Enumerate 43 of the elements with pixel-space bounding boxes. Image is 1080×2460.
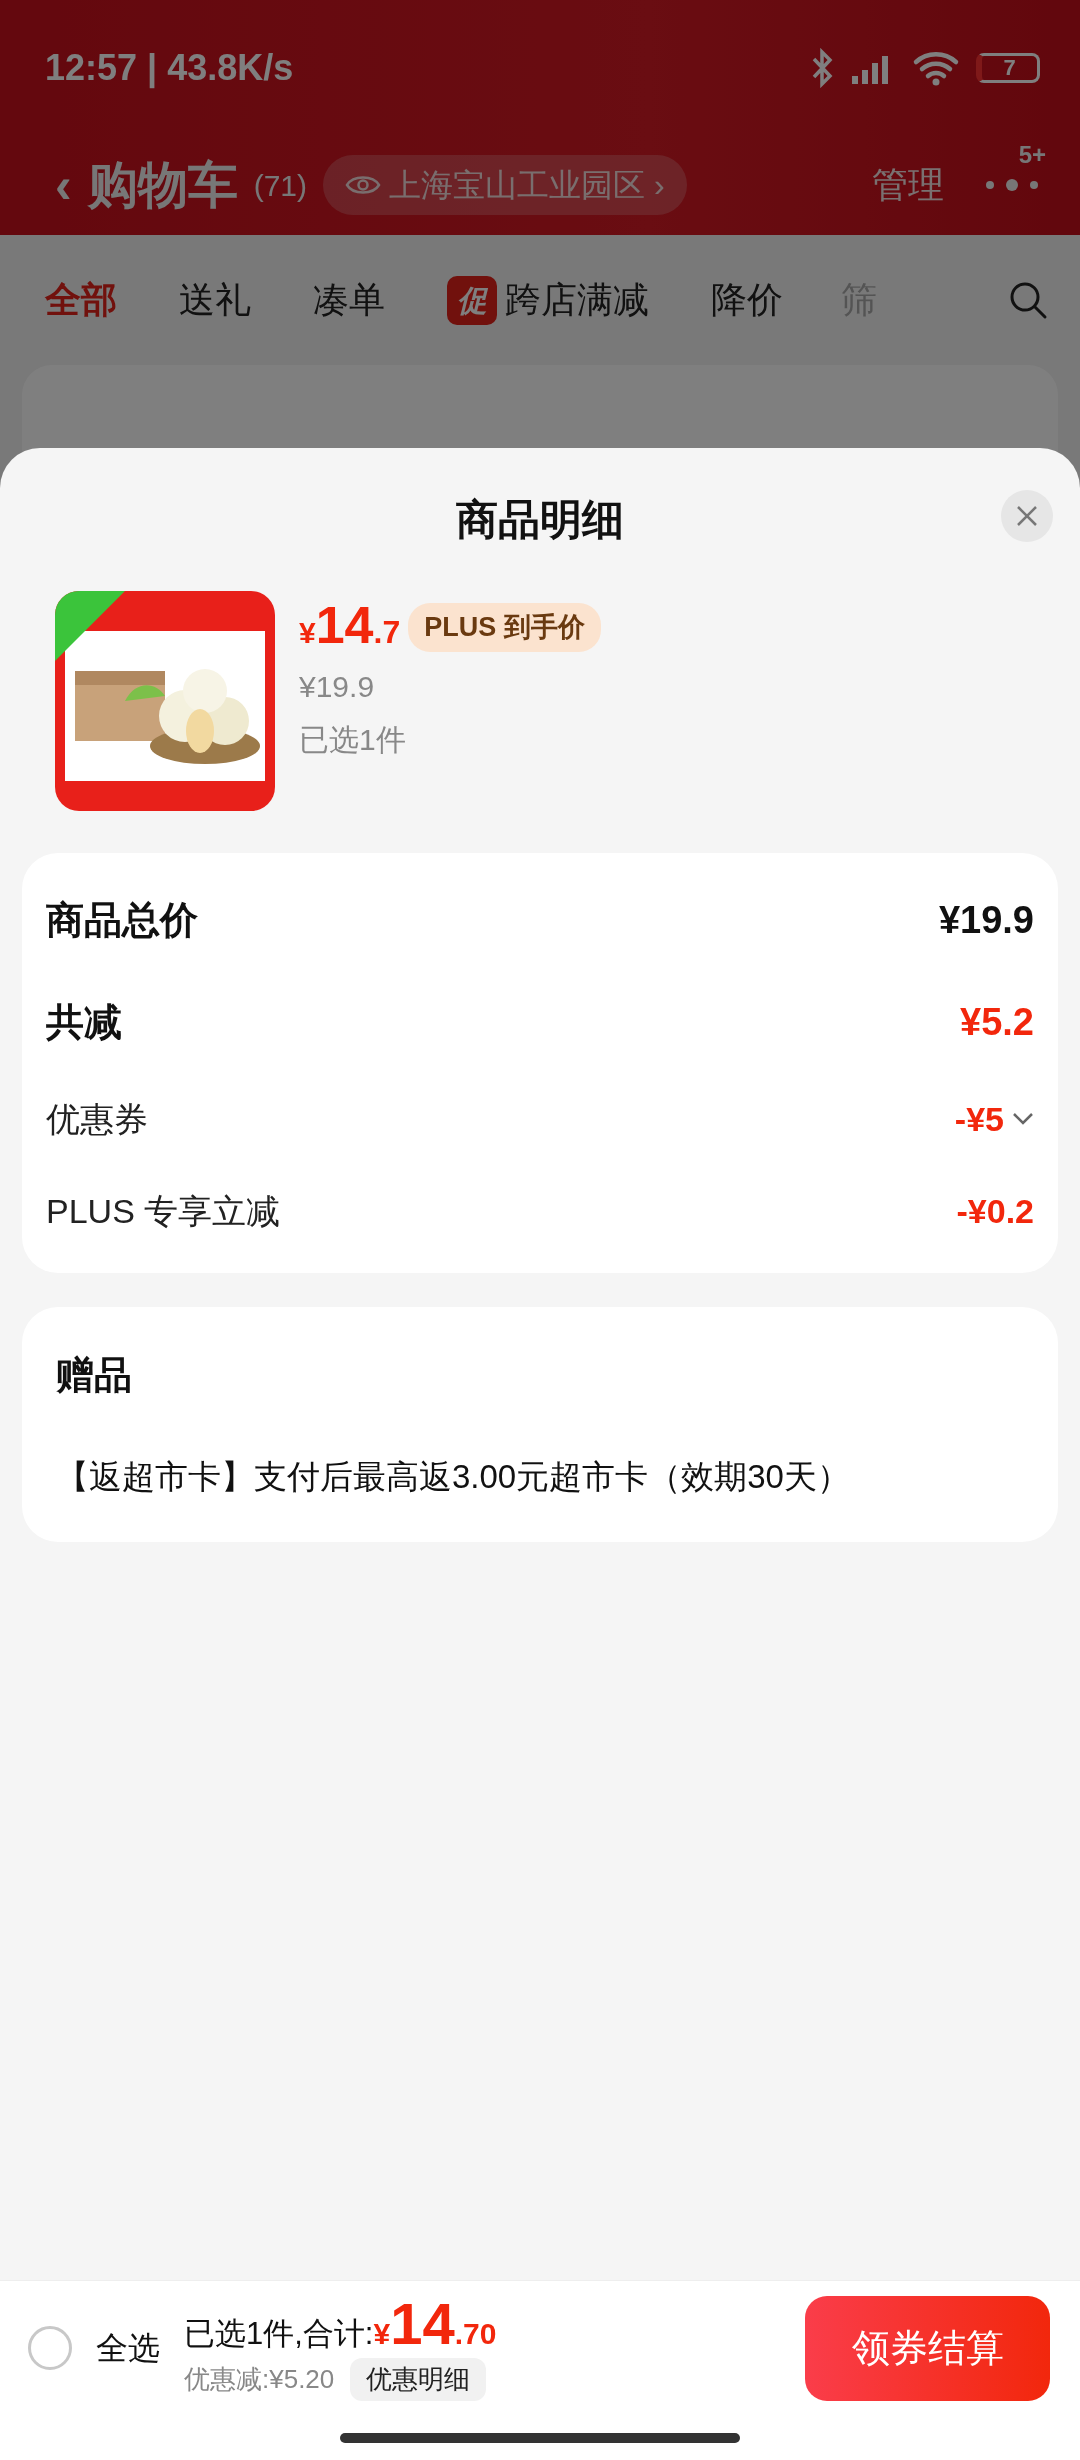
eye-icon: [345, 173, 381, 197]
price-value: -¥0.2: [956, 1190, 1034, 1232]
filter-tab[interactable]: 降价: [711, 273, 783, 327]
selected-count: 已选1件: [299, 722, 407, 758]
price-label: 共减: [46, 999, 122, 1045]
gift-title: 赠品: [56, 1353, 133, 1398]
battery-icon: 7: [976, 52, 1040, 83]
promo-tag: 促: [447, 275, 497, 325]
sheet-title: 商品明细: [456, 495, 624, 545]
back-button[interactable]: ‹: [55, 147, 72, 223]
price-label: PLUS 专享立减: [46, 1190, 281, 1232]
select-all-checkbox[interactable]: [28, 2326, 72, 2370]
filter-tab[interactable]: 凑单: [313, 273, 385, 327]
bluetooth-icon: [810, 47, 834, 88]
price-label: 优惠券: [46, 1098, 148, 1140]
plus-price-tag: PLUS 到手价: [408, 603, 601, 652]
price-value: ¥5.2: [960, 999, 1034, 1045]
total-label: 已选1件,合计:: [184, 2315, 374, 2354]
manage-link[interactable]: 管理: [872, 158, 944, 212]
checkout-button[interactable]: 领券结算: [805, 2295, 1050, 2401]
select-all-label: 全选: [96, 2329, 160, 2368]
gift-description: 【返超市卡】支付后最高返3.00元超市卡（效期30天）: [56, 1457, 851, 1497]
original-price: ¥19.9: [299, 669, 376, 705]
price-value: -¥5: [954, 1098, 1004, 1140]
discount-amount: 优惠减:¥5.20: [184, 2362, 335, 2396]
total-price: ¥14.70: [373, 2295, 497, 2357]
close-button[interactable]: [1001, 490, 1053, 542]
price-value: ¥19.9: [938, 897, 1034, 943]
chevron-down-icon[interactable]: [1012, 1112, 1034, 1126]
badge-count: 5+: [1018, 140, 1046, 170]
wifi-icon: [912, 49, 960, 86]
search-icon[interactable]: [1008, 280, 1048, 320]
product-price: ¥14.7: [299, 599, 401, 656]
filter-tab[interactable]: 全部: [45, 273, 117, 327]
cart-count: (71): [253, 167, 307, 204]
home-indicator[interactable]: [340, 2432, 740, 2443]
status-time: 12:57 | 43.8K/s: [45, 45, 294, 91]
close-icon: [1016, 505, 1038, 527]
discount-detail-button[interactable]: 优惠明细: [350, 2357, 487, 2401]
filter-tab[interactable]: 送礼: [179, 273, 251, 327]
price-label: 商品总价: [46, 897, 198, 943]
cart-title: 购物车: [87, 155, 238, 215]
filter-tab[interactable]: 促 跨店满减: [447, 273, 649, 327]
